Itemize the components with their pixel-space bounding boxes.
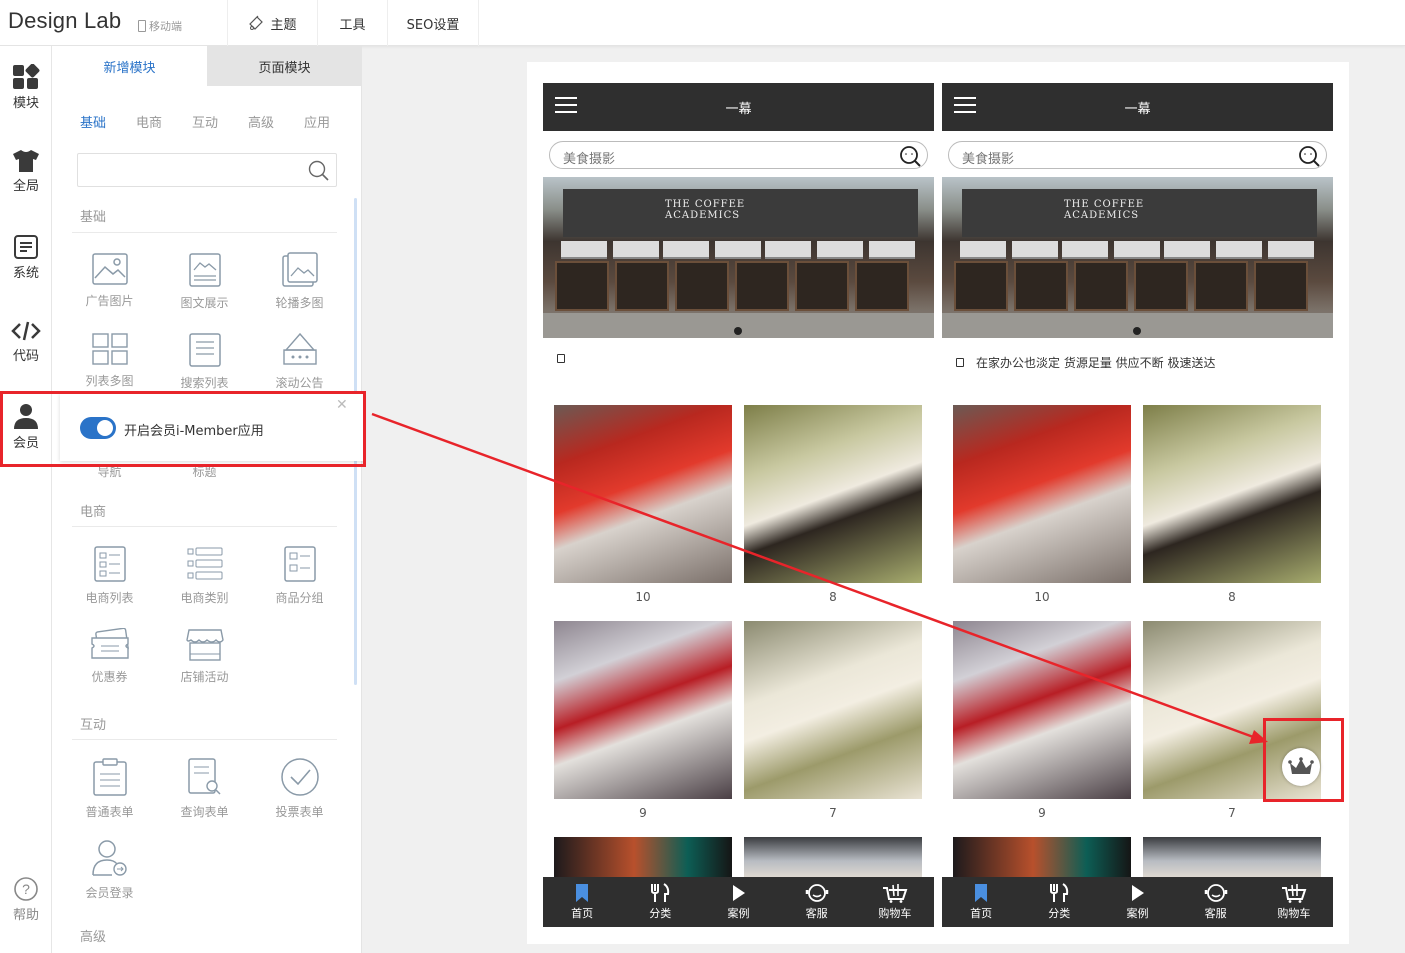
annotation-arrow [371,412,1268,744]
